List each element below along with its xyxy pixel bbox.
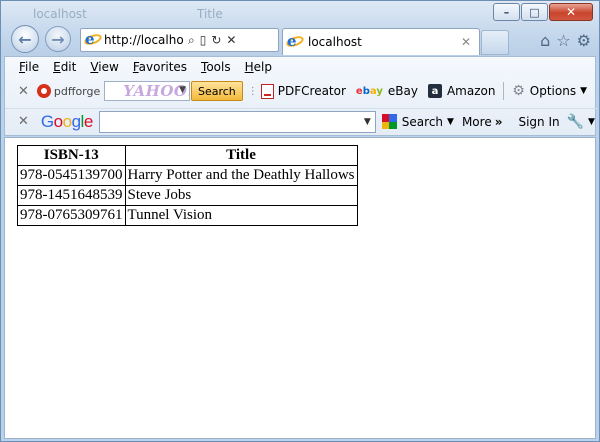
- google-toolbar: ✕ Google ▼ Search ▼ More» Sign In 🔧 ▼: [5, 108, 597, 134]
- amazon-button[interactable]: a Amazon: [427, 84, 495, 98]
- table-row: 978-0545139700 Harry Potter and the Deat…: [17, 165, 358, 186]
- title-cell: Tunnel Vision: [124, 205, 358, 226]
- ebay-icon: ebay: [355, 85, 383, 97]
- pdfforge-icon: [36, 84, 51, 98]
- menu-edit[interactable]: Edit: [53, 60, 76, 74]
- table-header-row: ISBN-13 Title: [17, 145, 358, 166]
- ebay-button[interactable]: ebay eBay: [356, 84, 418, 98]
- wrench-icon[interactable]: 🔧: [567, 114, 584, 130]
- minimize-icon: –: [503, 5, 510, 19]
- address-input[interactable]: http://localhost:: [104, 33, 184, 47]
- yahoo-search-button[interactable]: Search: [190, 81, 243, 101]
- ghost-tab-title: localhost: [33, 7, 87, 21]
- more-button[interactable]: More»: [462, 115, 503, 129]
- browser-window: localhost Title – □ ✕ ← → e http://local…: [0, 0, 600, 442]
- favorites-star-icon[interactable]: ☆: [556, 31, 570, 50]
- pdfcreator-button[interactable]: PDFCreator: [260, 83, 346, 99]
- books-table: ISBN-13 Title 978-0545139700 Harry Potte…: [17, 145, 358, 226]
- yahoo-search-input[interactable]: YAHOO! ▼: [104, 81, 190, 101]
- ghost-page-title: Title: [197, 7, 223, 21]
- pdfforge-logo[interactable]: pdfforge: [36, 84, 100, 98]
- column-header-isbn: ISBN-13: [17, 145, 126, 166]
- tab-localhost[interactable]: e localhost ✕: [282, 28, 480, 55]
- chevron-down-icon[interactable]: ▼: [588, 117, 595, 127]
- tools-gear-icon[interactable]: ⚙: [577, 31, 591, 50]
- stop-icon[interactable]: ✕: [226, 33, 236, 47]
- right-icons: ⌂ ☆ ⚙: [534, 31, 591, 50]
- menu-view[interactable]: View: [90, 60, 118, 74]
- google-search-input[interactable]: ▼: [98, 110, 376, 133]
- toolbar-grip-icon[interactable]: ⋮: [248, 86, 258, 97]
- menu-file[interactable]: File: [19, 60, 39, 74]
- minimize-button[interactable]: –: [493, 3, 520, 21]
- chevron-down-icon[interactable]: ▼: [179, 85, 186, 95]
- ie-page-icon: e: [83, 30, 103, 48]
- refresh-icon[interactable]: ↻: [211, 33, 221, 47]
- isbn-cell: 978-0765309761: [17, 205, 126, 226]
- chevron-down-icon: ▼: [580, 86, 587, 96]
- toolbar-close-icon[interactable]: ✕: [18, 114, 29, 129]
- forward-arrow-icon: →: [51, 29, 65, 49]
- toolbar-close-icon[interactable]: ✕: [18, 84, 29, 99]
- isbn-cell: 978-0545139700: [17, 165, 126, 186]
- pdf-icon: [260, 83, 274, 99]
- column-header-title: Title: [124, 145, 358, 166]
- menu-bar: File Edit View Favorites Tools Help: [19, 60, 286, 74]
- sign-in-button[interactable]: Sign In: [518, 115, 559, 129]
- title-bar: localhost Title – □ ✕ ← → e http://local…: [1, 1, 599, 57]
- tab-title: localhost: [308, 35, 362, 49]
- home-icon[interactable]: ⌂: [540, 31, 550, 50]
- options-button[interactable]: ⚙ Options ▼: [512, 83, 587, 99]
- new-tab-button[interactable]: [481, 30, 509, 55]
- menu-help[interactable]: Help: [245, 60, 272, 74]
- google-search-button[interactable]: Search ▼: [381, 114, 454, 129]
- title-cell: Steve Jobs: [124, 185, 358, 206]
- table-row: 978-0765309761 Tunnel Vision: [17, 205, 358, 226]
- forward-button[interactable]: →: [45, 26, 71, 52]
- isbn-cell: 978-1451648539: [17, 185, 126, 206]
- tab-close-icon[interactable]: ✕: [461, 35, 471, 49]
- maximize-icon: □: [529, 5, 540, 19]
- chevron-down-icon[interactable]: ▼: [364, 117, 371, 127]
- compatibility-icon[interactable]: ▯: [200, 33, 207, 47]
- menu-favorites[interactable]: Favorites: [133, 60, 187, 74]
- google-logo: Google: [40, 111, 93, 131]
- menu-tools[interactable]: Tools: [201, 60, 231, 74]
- close-button[interactable]: ✕: [549, 3, 593, 21]
- search-icon[interactable]: ⌕: [188, 33, 195, 48]
- amazon-icon: a: [427, 84, 442, 98]
- google-search-icon: [381, 114, 397, 129]
- back-arrow-icon: ←: [18, 29, 32, 49]
- maximize-button[interactable]: □: [521, 3, 548, 21]
- back-button[interactable]: ←: [11, 25, 39, 53]
- double-chevron-icon: »: [494, 114, 503, 129]
- pdfforge-toolbar: ✕ pdfforge YAHOO! ▼ Search ⋮ PDFCreator …: [5, 78, 597, 104]
- table-row: 978-1451648539 Steve Jobs: [17, 185, 358, 206]
- address-bar[interactable]: e http://localhost: ⌕ ▯ ↻ ✕: [80, 28, 279, 52]
- ie-tab-icon: e: [285, 32, 305, 50]
- chevron-down-icon: ▼: [447, 116, 454, 127]
- title-cell: Harry Potter and the Deathly Hallows: [124, 165, 358, 186]
- page-content: ISBN-13 Title 978-0545139700 Harry Potte…: [4, 137, 596, 439]
- divider: [503, 82, 505, 100]
- command-bar: File Edit View Favorites Tools Help ✕ pd…: [4, 56, 597, 136]
- close-icon: ✕: [565, 5, 577, 19]
- gear-icon: ⚙: [512, 83, 525, 99]
- window-controls: – □ ✕: [492, 3, 593, 21]
